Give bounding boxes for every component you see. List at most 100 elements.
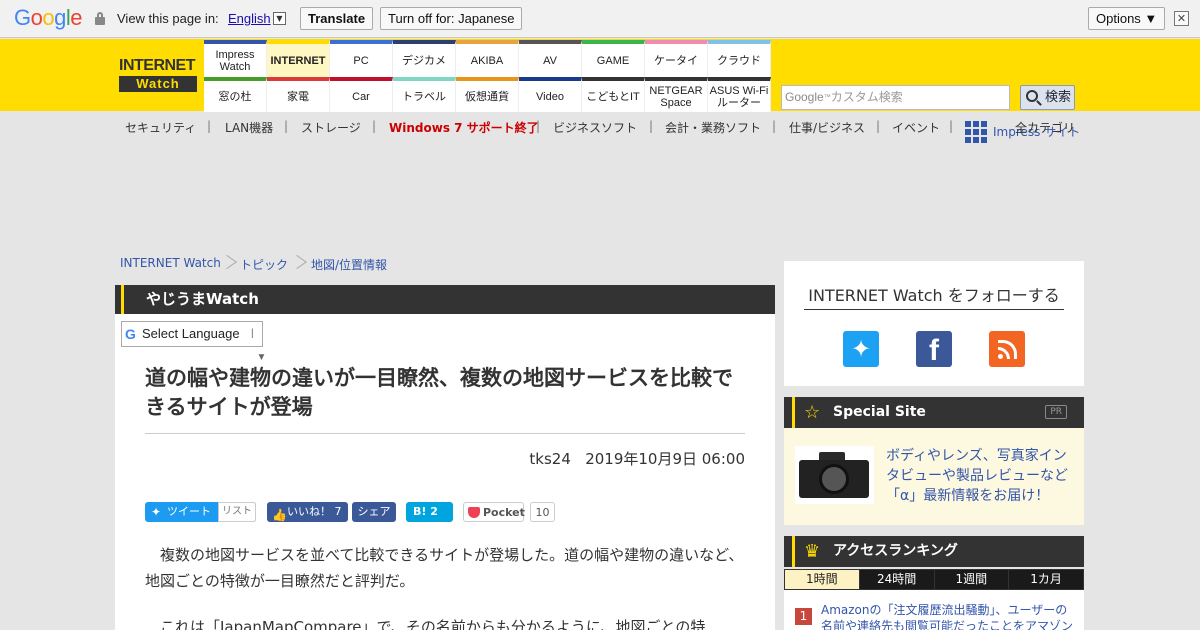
category-separator: | — [649, 119, 654, 133]
tweet-list-button[interactable]: リスト — [218, 502, 256, 522]
category-link[interactable]: セキュリティ — [125, 119, 196, 136]
breadcrumb-item[interactable]: 地図/位置情報 — [311, 256, 387, 273]
logo-line2: Watch — [119, 76, 197, 92]
article-author: tks24 — [529, 450, 571, 468]
nav-item[interactable]: NETGEAR Space — [645, 77, 708, 112]
ranking-number: 1 — [795, 608, 812, 625]
breadcrumb-separator-icon — [294, 252, 304, 274]
facebook-share-button[interactable]: シェア — [352, 502, 396, 522]
nav-item[interactable]: PC — [330, 40, 393, 77]
site-nav: Impress Watch INTERNET PC デジカメ AKIBA AV GAME ケー… — [204, 40, 771, 112]
special-site-title: Special Site — [833, 404, 926, 420]
follow-box: INTERNET Watch をフォローする ✦ f — [784, 261, 1084, 386]
ranking-item-link[interactable]: Amazonの「注文履歴流出騒動」、ユーザーの名前や連絡先も閲覧可能だったことを… — [821, 602, 1076, 630]
crown-icon: ♛ — [804, 541, 821, 562]
nav-item[interactable]: Impress Watch — [204, 40, 267, 77]
nav-item[interactable]: ケータイ — [645, 40, 708, 77]
twitter-icon[interactable]: ✦ — [843, 331, 879, 367]
pocket-count: 10 — [530, 502, 555, 522]
article-date: 2019年10月9日 06:00 — [585, 450, 745, 468]
facebook-icon[interactable]: f — [916, 331, 952, 367]
pocket-label: Pocket — [483, 506, 525, 519]
nav-item[interactable]: GAME — [582, 40, 645, 77]
category-link[interactable]: Windows 7 サポート終了 — [389, 119, 539, 136]
special-site-text[interactable]: ボディやレンズ、写真家インタビューや製品レビューなど「α」最新情報をお届け！ — [886, 446, 1074, 506]
breadcrumb-item[interactable]: INTERNET Watch — [120, 256, 221, 270]
nav-item[interactable]: Car — [330, 77, 393, 112]
follow-divider — [804, 309, 1064, 310]
ranking-heading: ♛ アクセスランキング — [784, 536, 1084, 567]
language-select[interactable]: English — [228, 11, 271, 26]
camera-image — [795, 446, 874, 504]
view-page-in-text: View this page in: — [117, 11, 219, 26]
special-site-heading: ☆ Special Site PR — [784, 397, 1084, 428]
turn-off-button[interactable]: Turn off for: Japanese — [380, 7, 523, 30]
follow-title: INTERNET Watch をフォローする — [808, 286, 1060, 305]
rss-icon[interactable] — [989, 331, 1025, 367]
search-placeholder: カスタム検索 — [830, 90, 903, 104]
like-label: いいね！ 7 — [287, 505, 342, 518]
nav-item[interactable]: 家電 — [267, 77, 330, 112]
pr-badge: PR — [1045, 405, 1067, 419]
category-link[interactable]: イベント — [892, 119, 940, 136]
article: やじうまWatch G Select Language | ▼ 道の幅や建物の違… — [115, 285, 775, 630]
title-divider — [145, 433, 745, 434]
twitter-icon: ✦ — [151, 505, 162, 519]
site-logo[interactable]: INTERNET Watch — [119, 57, 197, 95]
category-link[interactable]: LAN機器 — [225, 119, 273, 136]
options-button[interactable]: Options ▼ — [1088, 7, 1166, 30]
search-button[interactable]: 検索 — [1020, 85, 1075, 110]
lock-icon — [95, 12, 105, 25]
thumbs-up-icon: 👍 — [272, 508, 287, 522]
star-icon: ☆ — [804, 402, 821, 423]
select-language-dropdown[interactable]: G Select Language | ▼ — [121, 321, 266, 363]
ranking-tab[interactable]: 1時間 — [785, 570, 859, 589]
breadcrumb-separator-icon — [224, 252, 234, 274]
pocket-icon — [468, 507, 480, 518]
category-bar: 全カテゴリ セキュリティ | LAN機器 | ストレージ | Windows 7 サポート終… — [0, 111, 1200, 141]
category-separator: | — [949, 119, 954, 133]
ranking-tab[interactable]: 24時間 — [859, 570, 934, 589]
special-site-card[interactable]: ボディやレンズ、写真家インタビューや製品レビューなど「α」最新情報をお届け！ — [784, 428, 1084, 525]
nav-item[interactable]: 仮想通貨 — [456, 77, 519, 112]
tweet-label: ツイート — [167, 505, 211, 518]
ranking-tab[interactable]: 1週間 — [934, 570, 1009, 589]
nav-item[interactable]: こどもとIT — [582, 77, 645, 112]
google-logo: Google — [14, 5, 83, 30]
category-separator: | — [772, 119, 777, 133]
category-separator: | — [876, 119, 881, 133]
ranking-tab[interactable]: 1カ月 — [1009, 570, 1083, 589]
facebook-like-button[interactable]: 👍 いいね！ 7 — [267, 502, 348, 522]
article-meta: tks24 2019年10月9日 06:00 — [145, 448, 745, 469]
language-dropdown-icon[interactable]: ▼ — [273, 12, 286, 25]
nav-item[interactable]: トラベル — [393, 77, 456, 112]
nav-item[interactable]: 窓の杜 — [204, 77, 267, 112]
article-paragraph: 複数の地図サービスを並べて比較できるサイトが登場した。道の幅や建物の違いなど、地… — [145, 546, 744, 590]
category-link[interactable]: 会計・業務ソフト — [665, 119, 761, 136]
translate-button[interactable]: Translate — [300, 7, 374, 30]
tweet-button[interactable]: ✦ ツイート リスト — [145, 502, 256, 522]
nav-item[interactable]: AV — [519, 40, 582, 77]
breadcrumb-item[interactable]: トピック — [240, 256, 288, 273]
translate-bar: Google View this page in: English ▼ Tran… — [0, 0, 1200, 38]
search-input[interactable]: Google™カスタム検索 — [781, 85, 1010, 110]
category-link[interactable]: 仕事/ビジネス — [789, 119, 865, 136]
category-link[interactable]: ビジネスソフト — [553, 119, 637, 136]
article-paragraph: これは「JapanMapCompare」で、その名前からも分かるように、地図ごと… — [160, 618, 706, 630]
close-icon[interactable]: ✕ — [1174, 11, 1189, 26]
category-link[interactable]: ストレージ — [301, 119, 361, 136]
dropdown-arrow-icon: | ▼ — [251, 328, 267, 363]
nav-item[interactable]: デジカメ — [393, 40, 456, 77]
nav-item[interactable]: Video — [519, 77, 582, 112]
search-icon — [1026, 90, 1038, 102]
nav-item[interactable]: ASUS Wi-Fiルーター — [708, 77, 771, 112]
section-heading: やじうまWatch — [115, 285, 775, 314]
ranking-title: アクセスランキング — [833, 543, 958, 559]
pocket-button[interactable]: Pocket — [463, 502, 525, 522]
google-g-icon: G — [125, 326, 136, 342]
hatena-bookmark-button[interactable]: B! 2 — [406, 502, 453, 522]
nav-item[interactable]: クラウド — [708, 40, 771, 77]
nav-item[interactable]: AKIBA — [456, 40, 519, 77]
all-categories-link[interactable]: 全カテゴリ — [1015, 119, 1075, 136]
nav-item[interactable]: INTERNET — [267, 40, 330, 77]
